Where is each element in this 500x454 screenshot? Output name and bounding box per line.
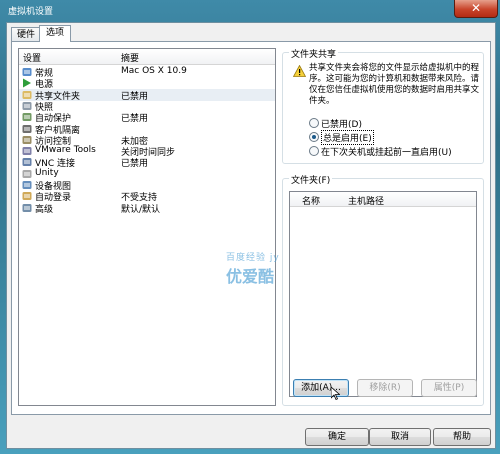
radio-always-enabled[interactable]: 总是启用(E) xyxy=(309,130,489,145)
remove-folder-button[interactable]: 移除(R) xyxy=(357,379,413,397)
folder-sharing-group: 文件夹共享 共享文件夹会将您的文件显示给虚拟机中的程序。这可能为您的计算机和数据… xyxy=(282,47,484,164)
settings-row-name: VMware Tools xyxy=(35,145,96,156)
access-control-icon xyxy=(22,135,32,145)
dialog-body: 硬件 选项 设置 摘要 常规 Mac OS X 10.9 电源 共享文件夹 已禁用 快照自… xyxy=(6,22,496,449)
unity-icon xyxy=(22,169,32,179)
shared-folder-icon xyxy=(22,90,32,100)
settings-row-name: 高级 xyxy=(35,204,54,215)
folders-list-header: 名称 主机路径 xyxy=(290,192,476,207)
folders-group: 文件夹(F) 名称 主机路径 添加(A)... 移除(R) 属性(P) xyxy=(282,173,484,406)
folders-list[interactable]: 名称 主机路径 xyxy=(289,191,477,397)
watermark-line-2: 优爱酷 xyxy=(226,267,275,286)
settings-row-0[interactable]: 常规 Mac OS X 10.9 xyxy=(19,66,275,79)
sharing-warning-text: 共享文件夹会将您的文件显示给虚拟机中的程序。这可能为您的计算机和数据带来风险。请… xyxy=(309,63,480,106)
column-header-setting[interactable]: 设置 xyxy=(23,51,41,64)
radio-until-shutdown-label: 在下次关机或挂起前一直启用(U) xyxy=(321,148,452,158)
cancel-button[interactable]: 取消 xyxy=(369,428,431,446)
settings-row-11[interactable]: 自动登录 不受支持 xyxy=(19,190,275,203)
ok-label: 确定 xyxy=(327,432,346,442)
radio-disabled-circle xyxy=(309,118,319,128)
settings-row-value: Mac OS X 10.9 xyxy=(121,66,187,76)
close-button[interactable]: ✕ xyxy=(454,0,498,18)
folder-properties-button[interactable]: 属性(P) xyxy=(421,379,477,397)
settings-row-4[interactable]: 自动保护 已禁用 xyxy=(19,111,275,124)
ok-button[interactable]: 确定 xyxy=(305,428,369,446)
warning-icon xyxy=(293,65,306,77)
settings-row-8[interactable]: VNC 连接 已禁用 xyxy=(19,156,275,169)
tab-hardware-label: 硬件 xyxy=(16,30,35,40)
settings-row-2[interactable]: 共享文件夹 已禁用 xyxy=(19,88,275,102)
column-header-summary[interactable]: 摘要 xyxy=(121,51,139,64)
radio-always-enabled-label: 总是启用(E) xyxy=(321,130,374,145)
radio-selected-dot xyxy=(312,135,316,139)
column-header-name[interactable]: 名称 xyxy=(302,194,320,207)
mouse-cursor-icon xyxy=(331,387,340,400)
vnc-icon xyxy=(22,157,32,167)
autologin-icon xyxy=(22,191,32,201)
settings-list-header: 设置 摘要 xyxy=(19,49,275,65)
vm-settings-window: 虚拟机设置 ✕ 硬件 选项 设置 摘要 常规 Mac OS X 10.9 电源 共享文… xyxy=(0,0,500,454)
radio-until-shutdown[interactable]: 在下次关机或挂起前一直启用(U) xyxy=(309,145,489,158)
settings-row-12[interactable]: 高级 默认/默认 xyxy=(19,202,275,215)
settings-row-9[interactable]: Unity xyxy=(19,168,275,180)
power-play-icon xyxy=(22,78,32,88)
watermark-line-1: 百度经验 jy xyxy=(226,253,280,263)
settings-row-5[interactable]: 客户机隔离 xyxy=(19,123,275,136)
settings-row-6[interactable]: 访问控制 未加密 xyxy=(19,134,275,147)
folder-sharing-label: 文件夹共享 xyxy=(289,47,339,60)
advanced-icon xyxy=(22,203,32,213)
settings-row-name: Unity xyxy=(35,167,59,178)
settings-list[interactable]: 设置 摘要 常规 Mac OS X 10.9 电源 共享文件夹 已禁用 快照 自动保护 已禁用… xyxy=(18,48,276,406)
cancel-label: 取消 xyxy=(390,432,409,442)
remove-folder-label: 移除(R) xyxy=(369,383,401,393)
watermark: 百度经验 jy 优爱酷 xyxy=(226,250,280,287)
settings-row-value: 默认/默认 xyxy=(121,204,161,215)
folders-label: 文件夹(F) xyxy=(289,173,333,186)
folder-properties-label: 属性(P) xyxy=(433,383,465,393)
radio-disabled-label: 已禁用(D) xyxy=(321,120,362,130)
title-bar[interactable]: 虚拟机设置 ✕ xyxy=(0,0,500,20)
settings-row-10[interactable]: 设备视图 xyxy=(19,179,275,192)
window-title: 虚拟机设置 xyxy=(8,7,54,17)
column-header-host-path[interactable]: 主机路径 xyxy=(348,194,384,207)
options-pane: 设置 摘要 常规 Mac OS X 10.9 电源 共享文件夹 已禁用 快照 自动保护 已禁用… xyxy=(11,41,491,415)
settings-row-3[interactable]: 快照 xyxy=(19,100,275,113)
radio-always-enabled-circle xyxy=(309,132,319,142)
autoprotect-icon xyxy=(22,112,32,122)
tab-options-label: 选项 xyxy=(45,28,64,38)
radio-disabled[interactable]: 已禁用(D) xyxy=(309,117,489,130)
add-folder-button[interactable]: 添加(A)... xyxy=(293,379,349,397)
tab-options[interactable]: 选项 xyxy=(39,25,71,42)
help-label: 帮助 xyxy=(452,432,471,442)
close-icon: ✕ xyxy=(470,1,482,15)
isolation-icon xyxy=(22,124,32,134)
vmware-tools-icon xyxy=(22,146,32,156)
device-view-icon xyxy=(22,180,32,190)
radio-until-shutdown-circle xyxy=(309,146,319,156)
snapshot-icon xyxy=(22,101,32,111)
tab-hardware[interactable]: 硬件 xyxy=(11,27,41,42)
settings-row-1[interactable]: 电源 xyxy=(19,77,275,90)
settings-row-7[interactable]: VMware Tools 关闭时间同步 xyxy=(19,145,275,158)
general-icon xyxy=(22,67,32,77)
help-button[interactable]: 帮助 xyxy=(433,428,491,446)
